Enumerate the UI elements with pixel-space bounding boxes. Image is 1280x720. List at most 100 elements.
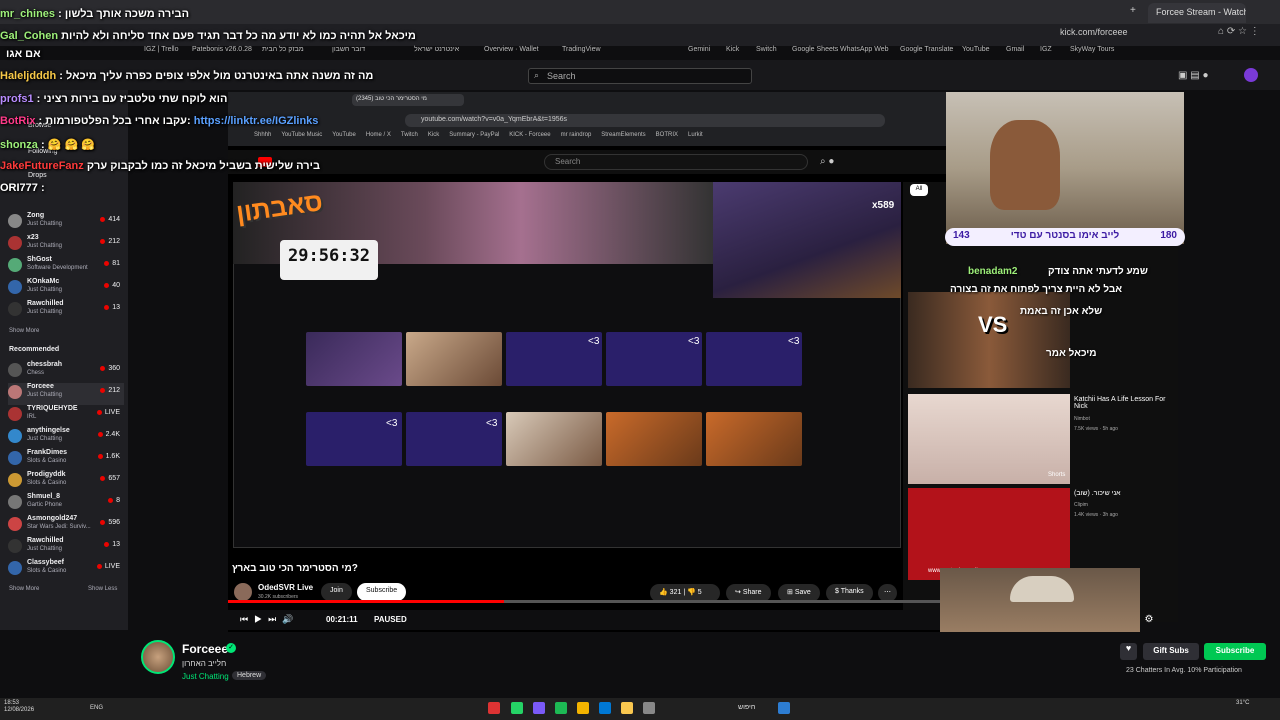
related-age: 7.5K views · 5h ago (1074, 426, 1118, 432)
channel-category: Just Chatting (27, 392, 63, 398)
bookmark[interactable]: Overview · Wallet (484, 46, 539, 60)
channel-avatar (234, 583, 252, 601)
heart-icon[interactable]: ♥ (1120, 643, 1137, 660)
viewer-count: 13 (104, 541, 120, 548)
streamer-name[interactable]: Forceee (182, 642, 228, 656)
bookmark: StreamElements (601, 132, 646, 138)
sidebar-channel[interactable]: Rawchilled Just Chatting 13 (8, 537, 124, 559)
playback-icons[interactable]: ⏮▶⏭🔊 (240, 614, 299, 625)
bookmark[interactable]: YouTube (962, 46, 990, 60)
bookmark[interactable]: Gmail (1006, 46, 1024, 60)
clock[interactable]: 18:53 12/08/2026 (4, 700, 34, 714)
chrome-icon[interactable] (577, 702, 589, 714)
bookmark: Home / X (365, 132, 391, 138)
chat-username: mr_chines (0, 8, 56, 20)
channel-category: Just Chatting (27, 309, 63, 315)
sidebar-channel[interactable]: KOnkaMc Just Chatting 40 (8, 278, 124, 300)
related-thumbnail (908, 488, 1070, 580)
chat-link[interactable]: https://linktr.ee/IGZlinks (194, 115, 319, 127)
bookmark[interactable]: IGZ | Trello (144, 46, 179, 60)
windows-start-icon[interactable] (778, 702, 790, 714)
sidebar-channel[interactable]: Shmuel_8 Gartic Phone 8 (8, 493, 124, 515)
new-tab-icon[interactable]: + (1130, 5, 1136, 16)
thumb-label: <3 (486, 418, 498, 429)
bookmark[interactable]: WhatsApp Web (840, 46, 889, 60)
sidebar-channel[interactable]: TYRIQUEHYDE IRL LIVE (8, 405, 124, 427)
bookmark[interactable]: Google Translate (900, 46, 953, 60)
recommended-heading: Recommended (9, 346, 60, 353)
show-more-link[interactable]: Show More (9, 586, 39, 592)
bookmark[interactable]: מבזק כל הבית (262, 46, 304, 60)
show-more-link[interactable]: Show More (9, 328, 39, 334)
sidebar-channel[interactable]: Zong Just Chatting 414 (8, 212, 124, 234)
sidebar-channel[interactable]: ShGost Software Development 81 (8, 256, 124, 278)
bookmark[interactable]: Switch (756, 46, 777, 60)
header-icons[interactable]: ▣ ▤ ● (1178, 70, 1209, 81)
bookmark[interactable]: Patebonis v26.0.28 (192, 46, 252, 60)
profile-avatar[interactable] (1244, 68, 1258, 82)
subathon-timer: 29:56:32 (280, 240, 378, 280)
bookmark: Twitch (400, 132, 418, 138)
chat-message: mr_chines : הבירה משכה אותך בלשון (0, 8, 190, 20)
sidebar-channel[interactable]: FrankDimes Slots & Casino 1.6K (8, 449, 124, 471)
bookmark[interactable]: Gemini (688, 46, 710, 60)
sidebar-channel[interactable]: Forceee Just Chatting 212 (8, 383, 124, 405)
overlay-chat-text: שמע לדעתי אתה צודק (1048, 266, 1148, 277)
overlay-chat-text: מיכאל אמר (1046, 348, 1097, 359)
related-meta: Nimbot (1074, 416, 1090, 422)
channel-category: Slots & Casino (27, 568, 67, 574)
avatar (8, 302, 22, 316)
url-text[interactable]: kick.com/forceee (1060, 27, 1128, 41)
channel-name: FrankDimes (27, 449, 68, 456)
thumb-label: <3 (688, 336, 700, 347)
sidebar-channel[interactable]: Rawchilled Just Chatting 13 (8, 300, 124, 322)
bookmark[interactable]: SkyWay Tours (1070, 46, 1114, 60)
streamer-avatar[interactable] (141, 640, 175, 674)
chat-stats: 23 Chatters In Avg. 10% Participation (1126, 667, 1242, 674)
video-thumbnail (506, 412, 602, 466)
subscribe-button[interactable]: Subscribe (357, 583, 407, 601)
viewer-count: 414 (100, 216, 120, 223)
thanks-label: Thanks (840, 588, 864, 595)
search-input[interactable]: Search (528, 68, 752, 84)
avatar (8, 236, 22, 250)
subscribe-button[interactable]: Subscribe (1204, 643, 1266, 660)
bookmark[interactable]: אינטרנט ישראל (414, 46, 459, 60)
inner-url: youtube.com/watch?v=v0a_YqmEbrA&t=1956s (405, 114, 885, 127)
language-indicator[interactable]: ENG (90, 705, 103, 711)
cam-badge: x589 (872, 200, 895, 211)
category-link[interactable]: Just Chatting (182, 672, 229, 681)
app-icon[interactable] (643, 702, 655, 714)
bookmark[interactable]: IGZ (1040, 46, 1052, 60)
bookmark[interactable]: TradingView (562, 46, 601, 60)
app-icon[interactable] (599, 702, 611, 714)
app-icon[interactable] (488, 702, 500, 714)
folder-icon[interactable] (621, 702, 633, 714)
chat-text: עקבו אחרי בכל הפלטפורמות: (45, 115, 191, 127)
whatsapp-icon[interactable] (511, 702, 523, 714)
toolbar-icons[interactable]: ⌂ ⟳ ☆ ⋮ (1218, 26, 1260, 37)
sidebar-channel[interactable]: Asmongold247 Star Wars Jedi: Surviv... 596 (8, 515, 124, 537)
tab-active[interactable]: Forcee Stream - Watch Live on (1148, 3, 1246, 23)
taskbar-search[interactable]: חיפוש (738, 704, 755, 711)
bookmark: YouTube (332, 132, 356, 138)
dislike-icon: | 👎 (683, 589, 698, 596)
gift-subs-button[interactable]: Gift Subs (1143, 643, 1199, 660)
channel-name: ShGost (27, 256, 52, 263)
bookmark[interactable]: דובר חשבון (332, 46, 365, 60)
sidebar-channel[interactable]: x23 Just Chatting 212 (8, 234, 124, 256)
chat-text: מיכאל אל תהיה כמו לא יודע מה כל דבר תגיד… (61, 30, 416, 42)
language-tag[interactable]: Hebrew (232, 671, 267, 680)
show-less-link[interactable]: Show Less (88, 586, 117, 592)
sidebar-channel[interactable]: chessbrah Chess 360 (8, 361, 124, 383)
bookmark[interactable]: Google Sheets (792, 46, 838, 60)
join-button[interactable]: Join (321, 583, 352, 601)
bookmark[interactable]: Kick (726, 46, 739, 60)
spotify-icon[interactable] (555, 702, 567, 714)
sidebar-drops[interactable]: Drops (28, 172, 47, 179)
sidebar-channel[interactable]: Prodigyddk Slots & Casino 657 (8, 471, 124, 493)
sidebar-channel[interactable]: anythingelse Just Chatting 2.4K (8, 427, 124, 449)
app-icon[interactable] (533, 702, 545, 714)
chat-text: הוא לוקח שתי טלטביז עם בירות רציני (43, 93, 228, 105)
sidebar-channel[interactable]: Classybeef Slots & Casino LIVE (8, 559, 124, 581)
